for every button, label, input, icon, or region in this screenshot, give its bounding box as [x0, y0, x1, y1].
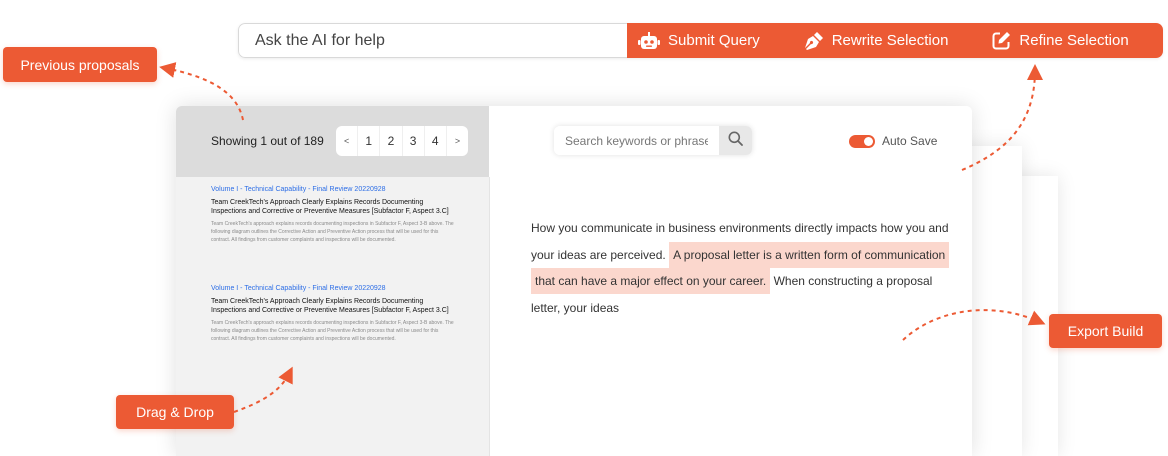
arrow-drag-drop: [233, 366, 293, 413]
annotation-arrows: [159, 62, 1046, 413]
arrow-refine-selection: [961, 64, 1043, 171]
arrow-export-build: [902, 309, 1046, 341]
arrow-previous-proposals: [159, 62, 244, 121]
drag-drop-callout: Drag & Drop: [116, 395, 234, 429]
previous-proposals-callout: Previous proposals: [3, 47, 157, 82]
export-build-button[interactable]: Export Build: [1049, 314, 1162, 348]
